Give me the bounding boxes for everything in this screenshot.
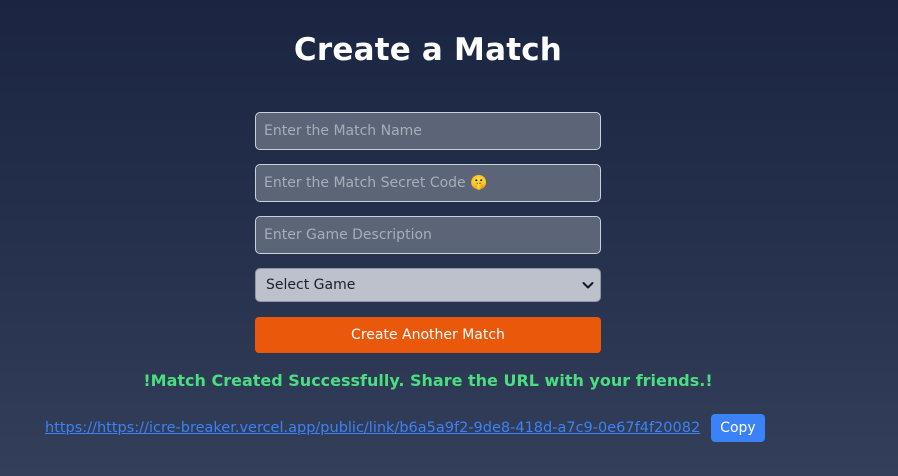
success-message: !Match Created Successfully. Share the U… — [143, 371, 713, 390]
game-select-wrapper: Select Game — [255, 268, 601, 302]
create-match-button[interactable]: Create Another Match — [255, 317, 601, 353]
game-description-input[interactable] — [255, 216, 601, 254]
match-secret-code-input[interactable] — [255, 164, 601, 202]
copy-button[interactable]: Copy — [711, 414, 765, 442]
create-match-form: Select Game Create Another Match — [255, 112, 601, 353]
match-name-input[interactable] — [255, 112, 601, 150]
game-select[interactable]: Select Game — [255, 268, 601, 302]
share-url-link[interactable]: https://https://icre-breaker.vercel.app/… — [45, 420, 700, 436]
share-url-row: https://https://icre-breaker.vercel.app/… — [45, 414, 765, 442]
page-title: Create a Match — [293, 32, 563, 68]
